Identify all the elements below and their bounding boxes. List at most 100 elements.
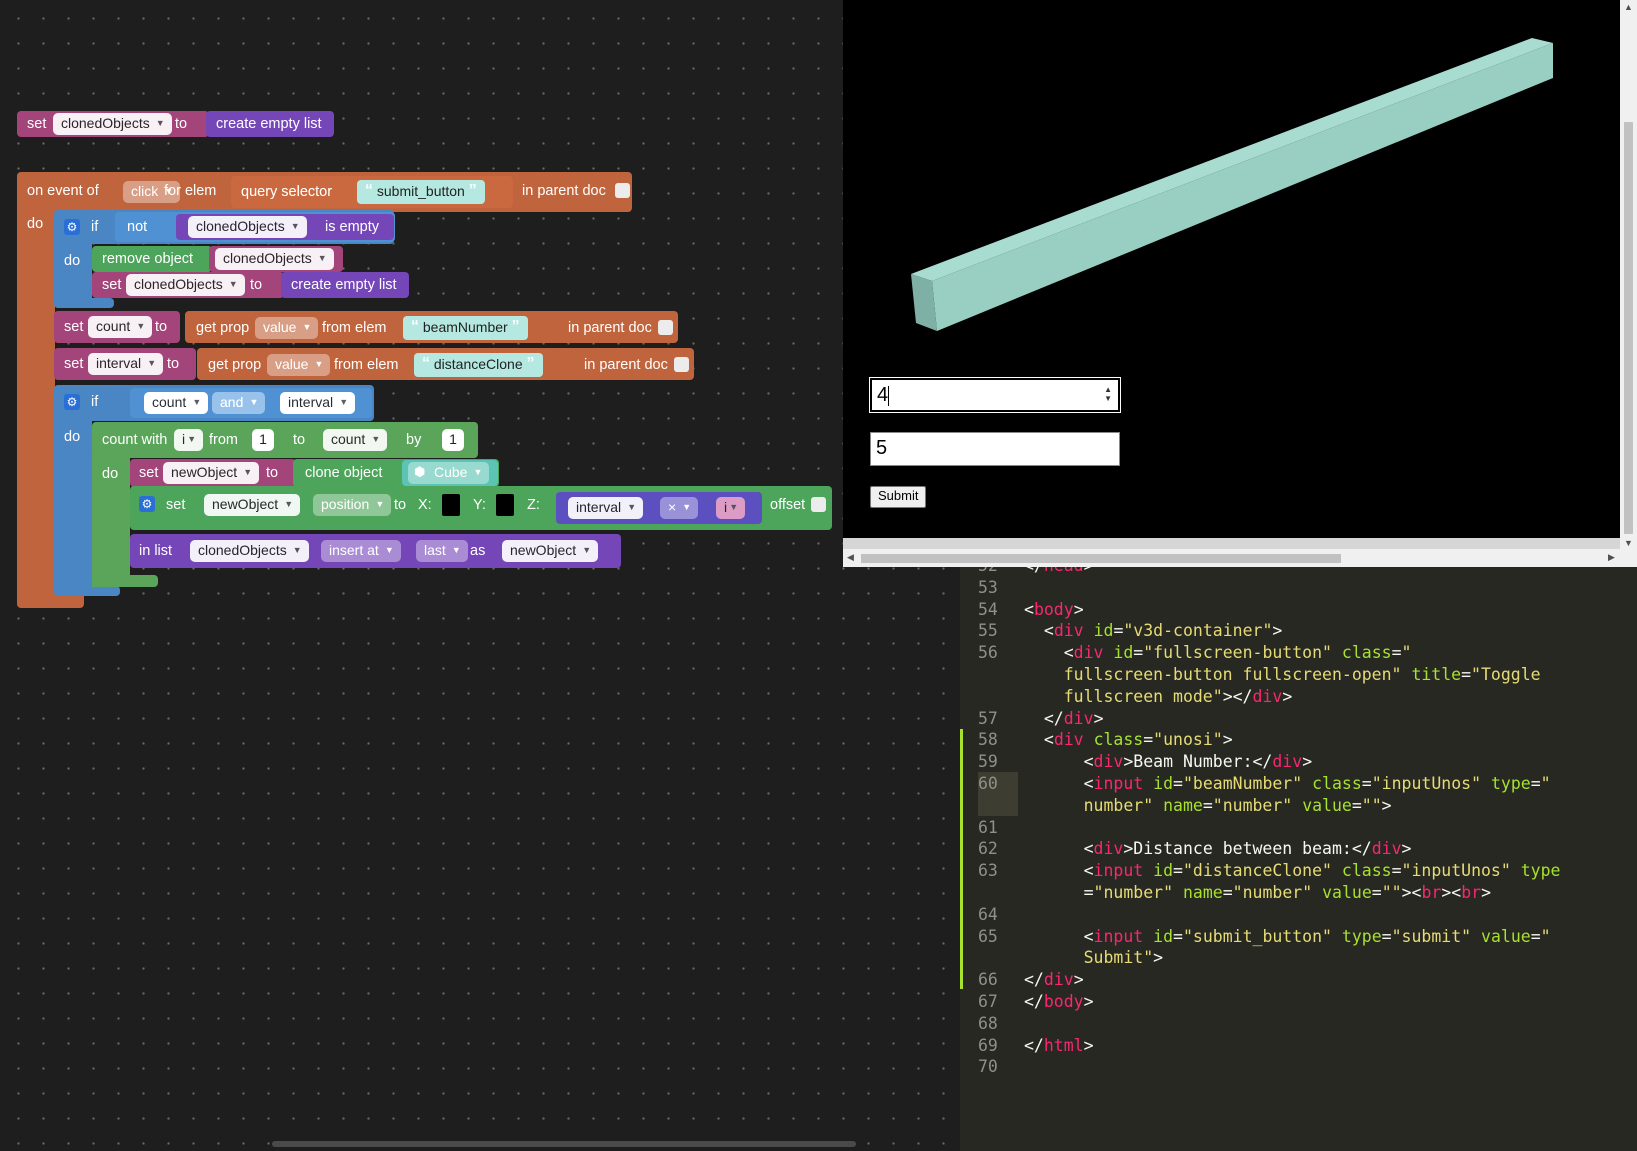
variable-dropdown[interactable]: clonedObjects ▼ xyxy=(215,248,334,270)
object-picker-block[interactable]: ⬢ Cube ▼ xyxy=(402,460,498,486)
in-parent-doc-label: in parent doc xyxy=(522,183,606,199)
line-number: 55 xyxy=(978,621,998,641)
scroll-down-icon[interactable]: ▼ xyxy=(1624,538,1633,548)
code-token: type xyxy=(1341,926,1382,946)
3d-canvas[interactable]: 4 ▲ ▼ 5 Submit xyxy=(843,0,1620,538)
variable-dropdown[interactable]: clonedObjects ▼ xyxy=(126,274,245,296)
string-block[interactable]: “ distanceClone ” xyxy=(414,353,543,377)
beam-number-input[interactable]: 4 ▲ ▼ xyxy=(869,377,1121,413)
set-label: set xyxy=(102,277,122,293)
operator-dropdown[interactable]: × ▼ xyxy=(660,497,699,519)
in-parent-doc-checkbox[interactable] xyxy=(615,183,630,198)
variable-dropdown[interactable]: count ▼ xyxy=(88,316,153,338)
viewport-vertical-scrollbar[interactable]: ▲ ▼ xyxy=(1620,0,1637,553)
mode-dropdown[interactable]: insert at ▼ xyxy=(321,540,401,562)
and-block[interactable]: count ▼ and ▼ interval ▼ xyxy=(130,388,372,418)
code-line: <input id="distanceClone" class="inputUn… xyxy=(1024,861,1561,880)
from-number-field[interactable]: 1 xyxy=(252,429,274,451)
chevron-down-icon: ▼ xyxy=(371,434,381,444)
string-block[interactable]: “ submit_button ” xyxy=(357,180,485,204)
spinner-icon[interactable]: ▲ ▼ xyxy=(1104,385,1112,403)
variable-dropdown[interactable]: count ▼ xyxy=(323,429,388,451)
object-dropdown[interactable]: ⬢ Cube ▼ xyxy=(408,462,490,484)
property-dropdown[interactable]: value ▼ xyxy=(255,317,319,339)
count-with-spine: do xyxy=(92,455,130,587)
line-number: 62 xyxy=(978,839,998,859)
in-parent-doc-checkbox[interactable] xyxy=(658,320,673,335)
remove-object-block[interactable]: remove object xyxy=(92,246,212,272)
code-token: > xyxy=(1073,599,1084,619)
text-cursor xyxy=(888,385,890,406)
code-token: number" xyxy=(1024,795,1154,815)
code-token: < xyxy=(1024,730,1054,750)
distance-input[interactable]: 5 xyxy=(870,432,1120,466)
submit-button[interactable]: Submit xyxy=(870,486,927,508)
line-number: 58 xyxy=(978,730,998,750)
scroll-right-icon[interactable]: ▶ xyxy=(1608,552,1615,563)
property-dropdown[interactable]: position ▼ xyxy=(313,494,392,516)
arithmetic-block[interactable]: interval ▼ × ▼ i ▼ xyxy=(556,492,762,524)
x-empty-input[interactable] xyxy=(442,494,460,516)
variable-dropdown[interactable]: interval ▼ xyxy=(568,497,644,519)
object-dropdown[interactable]: newObject ▼ xyxy=(204,494,301,516)
create-empty-list-block[interactable]: create empty list xyxy=(281,272,409,298)
variable-dropdown[interactable]: newObject ▼ xyxy=(502,540,599,562)
do-label: do xyxy=(27,216,44,232)
variable-dropdown[interactable]: count ▼ xyxy=(144,392,209,414)
operator-dropdown[interactable]: and ▼ xyxy=(212,392,266,414)
set-label: set xyxy=(166,497,186,513)
set-interval-block[interactable]: set interval ▼ to xyxy=(54,348,196,380)
gear-icon[interactable]: ⚙ xyxy=(139,496,155,512)
variable-dropdown[interactable]: clonedObjects ▼ xyxy=(53,113,172,135)
variable-get-block[interactable]: clonedObjects ▼ xyxy=(209,246,343,272)
set-variable-block[interactable]: set clonedObjects ▼ to xyxy=(92,272,284,298)
variable-name: clonedObjects xyxy=(61,115,150,131)
list-insert-block[interactable]: in list clonedObjects ▼ insert at ▼ last ▼ … xyxy=(130,534,621,568)
horizontal-scroll-thumb[interactable] xyxy=(861,554,1341,563)
vertical-scroll-thumb[interactable] xyxy=(1624,122,1633,534)
count-with-label: count with xyxy=(102,432,168,448)
code-token: id xyxy=(1093,621,1114,641)
workspace-scrollbar[interactable] xyxy=(272,1141,856,1147)
code-token: "beamNumber" xyxy=(1182,774,1303,793)
create-empty-list-block[interactable]: create empty list xyxy=(206,111,334,137)
gear-icon[interactable]: ⚙ xyxy=(64,394,80,410)
is-empty-block[interactable]: clonedObjects ▼ is empty xyxy=(176,214,394,240)
open-quote-icon: “ xyxy=(411,318,419,335)
variable-dropdown[interactable]: newObject ▼ xyxy=(163,462,260,484)
code-token: input xyxy=(1093,926,1144,946)
set-variable-block[interactable]: set clonedObjects ▼ to xyxy=(17,111,209,137)
where-dropdown[interactable]: last ▼ xyxy=(416,540,468,562)
list-dropdown[interactable]: clonedObjects ▼ xyxy=(190,540,309,562)
y-empty-input[interactable] xyxy=(496,494,514,516)
selector-text: submit_button xyxy=(376,183,465,199)
set-new-object-block[interactable]: set newObject ▼ to xyxy=(130,459,296,487)
code-token: > xyxy=(1481,883,1491,902)
code-editor[interactable]: </head><body> <div id="v3d-container"> <… xyxy=(960,567,1637,1151)
variable-dropdown[interactable]: clonedObjects ▼ xyxy=(188,216,307,238)
scroll-up-icon[interactable]: ▲ xyxy=(1624,2,1633,12)
code-line: fullscreen-button fullscreen-open" title… xyxy=(1024,665,1541,684)
blockly-workspace[interactable]: set clonedObjects ▼ to create empty list … xyxy=(0,0,960,1151)
in-parent-doc-checkbox[interactable] xyxy=(674,357,689,372)
property-dropdown[interactable]: value ▼ xyxy=(267,354,331,376)
variable-dropdown[interactable]: interval ▼ xyxy=(280,392,356,414)
code-token: = xyxy=(1530,926,1541,946)
if-block-spine: do xyxy=(54,418,92,594)
variable-dropdown[interactable]: i ▼ xyxy=(716,497,746,519)
string-block[interactable]: “ beamNumber ” xyxy=(403,316,528,340)
variable-dropdown[interactable]: i ▼ xyxy=(174,429,204,451)
viewport-horizontal-scrollbar[interactable]: ◀ ▶ xyxy=(843,549,1637,567)
do-label: do xyxy=(102,466,119,482)
offset-checkbox[interactable] xyxy=(811,497,826,512)
set-count-block[interactable]: set count ▼ to xyxy=(54,311,180,343)
by-number-field[interactable]: 1 xyxy=(442,429,464,451)
gear-icon[interactable]: ⚙ xyxy=(64,219,80,235)
in-parent-doc-label: in parent doc xyxy=(568,320,652,336)
code-token: = xyxy=(1391,861,1402,881)
variable-dropdown[interactable]: interval ▼ xyxy=(88,353,164,375)
code-token: fullscreen mode" xyxy=(1024,686,1223,706)
scroll-left-icon[interactable]: ◀ xyxy=(847,552,854,563)
count-with-block[interactable]: count with i ▼ from 1 to count ▼ by 1 xyxy=(92,422,478,458)
